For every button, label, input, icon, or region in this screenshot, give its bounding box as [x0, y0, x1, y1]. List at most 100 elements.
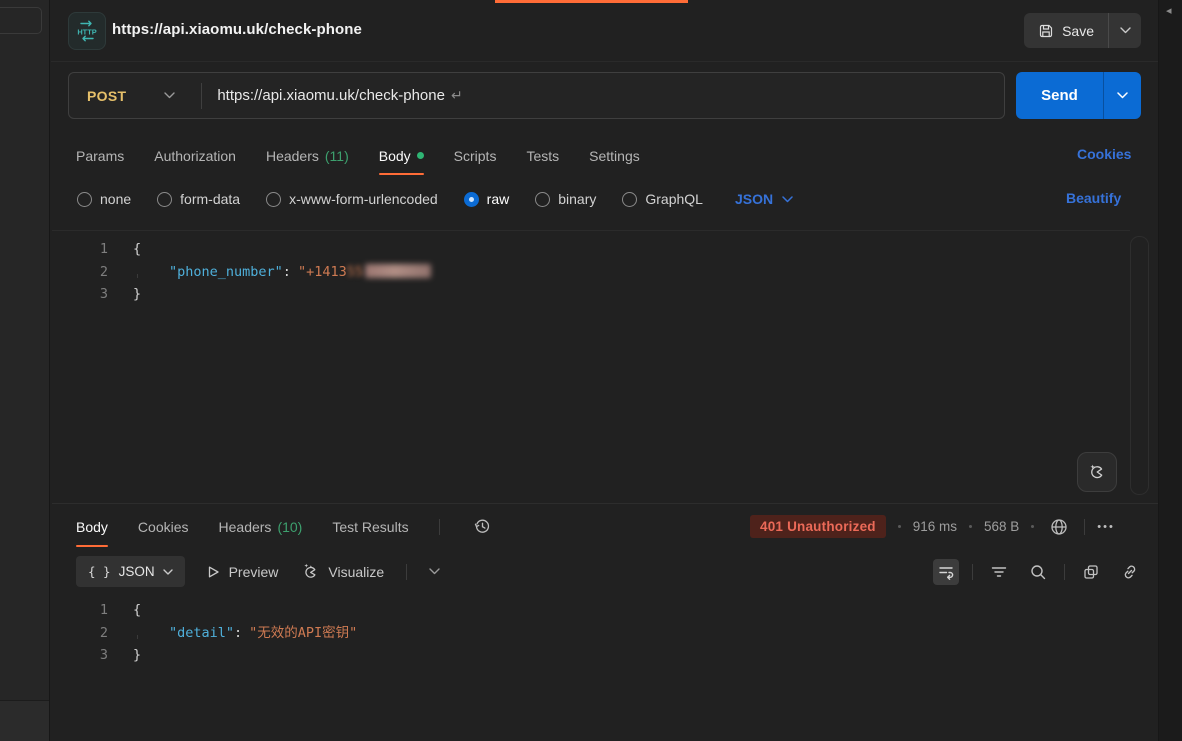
format-dropdown[interactable]: JSON	[735, 191, 793, 207]
line-number: 1	[52, 238, 108, 261]
request-tabs: Params Authorization Headers (11) Body S…	[76, 135, 640, 176]
line-number: 1	[52, 599, 108, 622]
meta-separator-dot	[898, 525, 901, 528]
url-input[interactable]: https://api.xiaomu.uk/check-phone	[217, 87, 445, 104]
toolbar-divider	[972, 564, 973, 580]
tab-body[interactable]: Body	[379, 135, 424, 176]
filter-button[interactable]	[986, 559, 1012, 585]
method-chevron-icon[interactable]	[164, 92, 175, 99]
visualize-icon	[300, 562, 319, 581]
preview-button[interactable]: Preview	[207, 564, 279, 580]
response-meta: 401 Unauthorized 916 ms 568 B •••	[750, 505, 1115, 548]
tab-params[interactable]: Params	[76, 135, 124, 176]
json-key: "phone_number"	[169, 264, 283, 280]
preview-icon	[207, 565, 220, 579]
headers-count-badge: (11)	[325, 148, 349, 164]
response-history-button[interactable]	[470, 514, 496, 540]
status-badge: 401 Unauthorized	[750, 515, 886, 538]
redacted-digits: 55	[347, 264, 363, 280]
response-body-editor[interactable]: 1 { 2 "detail":"无效的API密钥" 3 }	[52, 594, 1130, 741]
json-value: "+1413	[298, 264, 347, 280]
beautify-link[interactable]: Beautify	[1066, 190, 1121, 206]
tab-authorization[interactable]: Authorization	[154, 135, 236, 176]
meta-separator-dot	[969, 525, 972, 528]
filter-icon	[990, 563, 1008, 581]
network-info-button[interactable]	[1046, 514, 1072, 540]
radio-icon	[157, 192, 172, 207]
save-icon	[1038, 23, 1054, 39]
more-options-icon[interactable]: •••	[1097, 521, 1115, 533]
postbot-button[interactable]	[1077, 452, 1117, 492]
body-type-row: none form-data x-www-form-urlencoded raw…	[77, 182, 793, 216]
chevron-down-icon	[1120, 27, 1131, 34]
code-line: 1 {	[52, 238, 1130, 261]
method-selector[interactable]: POST	[69, 88, 126, 104]
tab-headers[interactable]: Headers (11)	[266, 135, 349, 176]
save-button[interactable]: Save	[1024, 13, 1108, 48]
json-colon: :	[234, 625, 242, 641]
radio-icon	[535, 192, 550, 207]
response-tools	[933, 558, 1143, 586]
tab-settings[interactable]: Settings	[589, 135, 640, 176]
response-tab-cookies[interactable]: Cookies	[138, 505, 189, 548]
toolbar-divider	[1084, 519, 1085, 535]
response-size: 568 B	[984, 519, 1019, 534]
response-tab-test-results[interactable]: Test Results	[332, 505, 408, 548]
tab-scripts[interactable]: Scripts	[454, 135, 497, 176]
code-line: 2 "detail":"无效的API密钥"	[52, 622, 1130, 645]
meta-separator-dot	[1031, 525, 1034, 528]
line-number: 3	[52, 283, 108, 306]
braces-icon: { }	[88, 564, 111, 579]
code-line: 2 "phone_number":"+141355	[52, 261, 1130, 284]
search-button[interactable]	[1025, 559, 1051, 585]
redaction-blur	[365, 264, 431, 278]
request-body-editor[interactable]: 1 { 2 "phone_number":"+141355 3 }	[52, 230, 1130, 503]
radio-binary[interactable]: binary	[535, 191, 596, 207]
json-key: "detail"	[169, 625, 234, 641]
copy-button[interactable]	[1078, 559, 1104, 585]
section-divider[interactable]	[52, 503, 1158, 504]
toolbar-divider	[439, 519, 440, 535]
save-options-button[interactable]	[1108, 13, 1141, 48]
link-button[interactable]	[1117, 559, 1143, 585]
toolbar-divider	[1064, 564, 1065, 580]
tab-tests[interactable]: Tests	[526, 135, 559, 176]
history-icon	[473, 517, 492, 536]
wrap-text-button[interactable]	[933, 559, 959, 585]
response-time: 916 ms	[913, 519, 957, 534]
radio-urlencoded[interactable]: x-www-form-urlencoded	[266, 191, 438, 207]
wrap-text-icon	[937, 563, 955, 581]
radio-none[interactable]: none	[77, 191, 131, 207]
response-toolbar: { } JSON Preview Visualize	[76, 556, 440, 587]
left-sidebar	[0, 0, 50, 741]
sidebar-collapsed-item[interactable]	[0, 7, 42, 34]
toolbar-divider	[406, 564, 407, 580]
http-protocol-icon: HTTP	[68, 12, 106, 50]
line-number: 3	[52, 644, 108, 667]
search-icon	[1029, 563, 1047, 581]
visualize-button[interactable]: Visualize	[300, 562, 384, 581]
app-window: ◂ HTTP https://api.xiaomu.uk/check-phone…	[0, 0, 1182, 741]
send-button[interactable]: Send	[1016, 72, 1103, 119]
radio-raw[interactable]: raw	[464, 191, 510, 207]
radio-icon	[622, 192, 637, 207]
request-title: https://api.xiaomu.uk/check-phone	[112, 21, 362, 38]
chevron-down-icon	[1117, 92, 1128, 99]
collapse-panel-icon[interactable]: ◂	[1166, 6, 1172, 17]
editor-scrollbar[interactable]	[1130, 236, 1149, 495]
json-close-brace: }	[133, 286, 141, 302]
chevron-down-icon	[163, 569, 173, 575]
globe-icon	[1049, 517, 1069, 537]
cookies-link[interactable]: Cookies	[1077, 146, 1131, 162]
response-format-dropdown[interactable]: { } JSON	[76, 556, 185, 587]
copy-icon	[1082, 563, 1100, 581]
svg-text:HTTP: HTTP	[77, 28, 96, 37]
radio-form-data[interactable]: form-data	[157, 191, 240, 207]
send-options-button[interactable]	[1103, 72, 1141, 119]
chevron-down-icon[interactable]	[429, 568, 440, 575]
json-close-brace: }	[133, 647, 141, 663]
radio-graphql[interactable]: GraphQL	[622, 191, 703, 207]
response-tab-headers[interactable]: Headers (10)	[219, 505, 303, 548]
save-label: Save	[1062, 23, 1094, 39]
response-tab-body[interactable]: Body	[76, 505, 108, 548]
